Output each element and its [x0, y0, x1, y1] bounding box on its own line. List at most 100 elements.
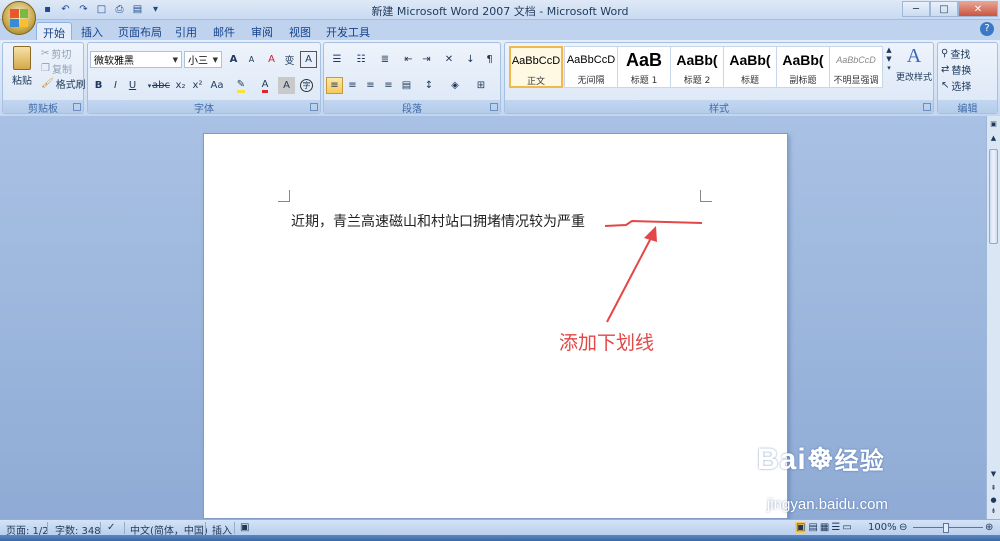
redo-icon[interactable]: ↷ [76, 2, 91, 17]
underline-button[interactable]: U [124, 77, 141, 94]
minimize-button[interactable]: ─ [902, 1, 930, 17]
tab-mailings[interactable]: 邮件 [208, 22, 240, 40]
clear-format-button[interactable]: A [263, 51, 280, 68]
customize-qat-icon[interactable]: ▾ [148, 2, 163, 17]
style-subtitle[interactable]: AaBb(副标题 [776, 46, 830, 88]
strikethrough-button[interactable]: abc [150, 77, 172, 94]
line-spacing-button[interactable]: ↕ [418, 77, 440, 94]
align-center-button[interactable]: ≡ [344, 77, 361, 94]
previous-page-icon[interactable]: ⇞ [988, 484, 999, 495]
macro-record-icon[interactable]: ▣ [240, 522, 249, 533]
annotation-label: 添加下划线 [559, 332, 655, 354]
tab-review[interactable]: 审阅 [246, 22, 278, 40]
style-title[interactable]: AaBb(标题 [723, 46, 777, 88]
font-name-combo[interactable]: 微软雅黑 ▼ [90, 51, 182, 68]
ruler-toggle-icon[interactable]: ▣ [988, 120, 999, 131]
vertical-scrollbar[interactable]: ▣ ▲ ▼ ⇞ ● ⇟ [986, 116, 1000, 519]
char-shading-button[interactable]: A [278, 77, 295, 94]
draft-icon[interactable]: ▭ [842, 522, 851, 533]
tab-view[interactable]: 视图 [284, 22, 316, 40]
font-color-button[interactable]: A [254, 77, 276, 94]
justify-button[interactable]: ≡ [380, 77, 397, 94]
styles-more-icon[interactable]: ▾ [887, 64, 891, 72]
borders-button[interactable]: ⊞ [470, 77, 492, 94]
select-browse-object-icon[interactable]: ● [988, 496, 999, 507]
proofing-icon[interactable]: ✓ [107, 522, 115, 533]
superscript-button[interactable]: x² [189, 77, 206, 94]
zoom-level[interactable]: 100% [868, 522, 897, 533]
new-document-icon[interactable]: □ [94, 2, 109, 17]
grow-font-button[interactable]: A [225, 51, 242, 68]
paste-button[interactable]: 粘贴 [7, 46, 37, 87]
office-button[interactable] [2, 1, 36, 35]
maximize-button[interactable]: □ [930, 1, 958, 17]
multilevel-list-button[interactable]: ≣ [374, 51, 396, 68]
zoom-slider-thumb[interactable] [943, 523, 949, 533]
style-normal[interactable]: AaBbCcD 正文 [509, 46, 563, 88]
open-icon[interactable]: ▤ [130, 2, 145, 17]
tab-developer[interactable]: 开发工具 [322, 22, 374, 40]
clipboard-launcher-icon[interactable] [73, 103, 81, 111]
highlight-button[interactable]: ✎ [230, 77, 252, 94]
bold-button[interactable]: B [90, 77, 107, 94]
scroll-down-icon[interactable]: ▼ [988, 470, 999, 481]
web-layout-icon[interactable]: ▦ [820, 522, 829, 533]
shrink-font-button[interactable]: A [243, 51, 260, 68]
next-page-icon[interactable]: ⇟ [988, 507, 999, 518]
styles-scroll-down-icon[interactable]: ▼ [886, 55, 891, 63]
undo-icon[interactable]: ↶ [58, 2, 73, 17]
zoom-in-icon[interactable]: ⊕ [985, 522, 993, 533]
distribute-button[interactable]: ▤ [398, 77, 415, 94]
tab-home[interactable]: 开始 [36, 22, 72, 40]
increase-indent-button[interactable]: ⇥ [418, 51, 435, 68]
style-heading-1[interactable]: AaB 标题 1 [617, 46, 671, 88]
char-border-button[interactable]: A [300, 51, 317, 68]
scrollbar-thumb[interactable] [989, 149, 998, 244]
document-page[interactable]: 近期，青兰高速磁山和村站口拥堵情况较为严重 添加下划线 [203, 133, 788, 519]
sort-button[interactable]: ↓ [462, 51, 479, 68]
style-no-spacing[interactable]: AaBbCcD 无间隔 [564, 46, 618, 88]
shading-button[interactable]: ◈ [444, 77, 466, 94]
print-preview-icon[interactable]: ⎙ [112, 2, 127, 17]
bullets-button[interactable]: ☰ [326, 51, 348, 68]
change-styles-button[interactable]: A 更改样式 [896, 45, 932, 83]
subscript-button[interactable]: x₂ [172, 77, 189, 94]
help-icon[interactable]: ? [980, 22, 994, 36]
save-icon[interactable]: ▪ [40, 2, 55, 17]
full-screen-reading-icon[interactable]: ▤ [808, 522, 817, 533]
styles-scroll-up-icon[interactable]: ▲ [886, 46, 891, 54]
replace-button[interactable]: ⇄ 替换 [941, 62, 971, 77]
tab-page-layout[interactable]: 页面布局 [114, 22, 166, 40]
justify-icon: ≡ [384, 80, 393, 91]
format-painter-button[interactable]: 🖌 格式刷 [41, 76, 86, 91]
tab-insert[interactable]: 插入 [76, 22, 108, 40]
paragraph-launcher-icon[interactable] [490, 103, 498, 111]
tab-references[interactable]: 引用 [170, 22, 202, 40]
select-button[interactable]: ↖ 选择 [941, 78, 971, 93]
align-right-button[interactable]: ≡ [362, 77, 379, 94]
numbering-button[interactable]: ☷ [350, 51, 372, 68]
show-marks-button[interactable]: ¶ [481, 51, 498, 68]
enclose-char-button[interactable]: 字 [298, 77, 315, 94]
phonetic-guide-button[interactable]: 变 [281, 51, 298, 68]
zoom-out-icon[interactable]: ⊖ [899, 522, 907, 533]
scroll-up-icon[interactable]: ▲ [988, 134, 999, 145]
status-bar: 页面: 1/2 字数: 348 ✓ 中文(简体，中国) 插入 ▣ ▣ ▤ ▦ ☰… [0, 519, 1000, 537]
font-launcher-icon[interactable] [310, 103, 318, 111]
copy-button[interactable]: ❐ 复制 [41, 61, 72, 76]
change-case-button[interactable]: Aa [206, 77, 228, 94]
cut-button[interactable]: ✂ 剪切 [41, 46, 71, 61]
chinese-layout-button[interactable]: ✕ [438, 51, 460, 68]
italic-button[interactable]: I [107, 77, 124, 94]
style-heading-2[interactable]: AaBb(标题 2 [670, 46, 724, 88]
font-size-combo[interactable]: 小三 ▼ [184, 51, 222, 68]
styles-launcher-icon[interactable] [923, 103, 931, 111]
style-subtle-emphasis[interactable]: AaBbCcD 不明显强调 [829, 46, 883, 88]
document-text[interactable]: 近期，青兰高速磁山和村站口拥堵情况较为严重 [291, 211, 585, 231]
close-button[interactable]: ✕ [958, 1, 998, 17]
decrease-indent-button[interactable]: ⇤ [400, 51, 417, 68]
align-left-button[interactable]: ≡ [326, 77, 343, 94]
outline-icon[interactable]: ☰ [831, 522, 840, 533]
print-layout-icon[interactable]: ▣ [795, 522, 807, 533]
find-button[interactable]: ⚲ 查找 [941, 46, 970, 61]
